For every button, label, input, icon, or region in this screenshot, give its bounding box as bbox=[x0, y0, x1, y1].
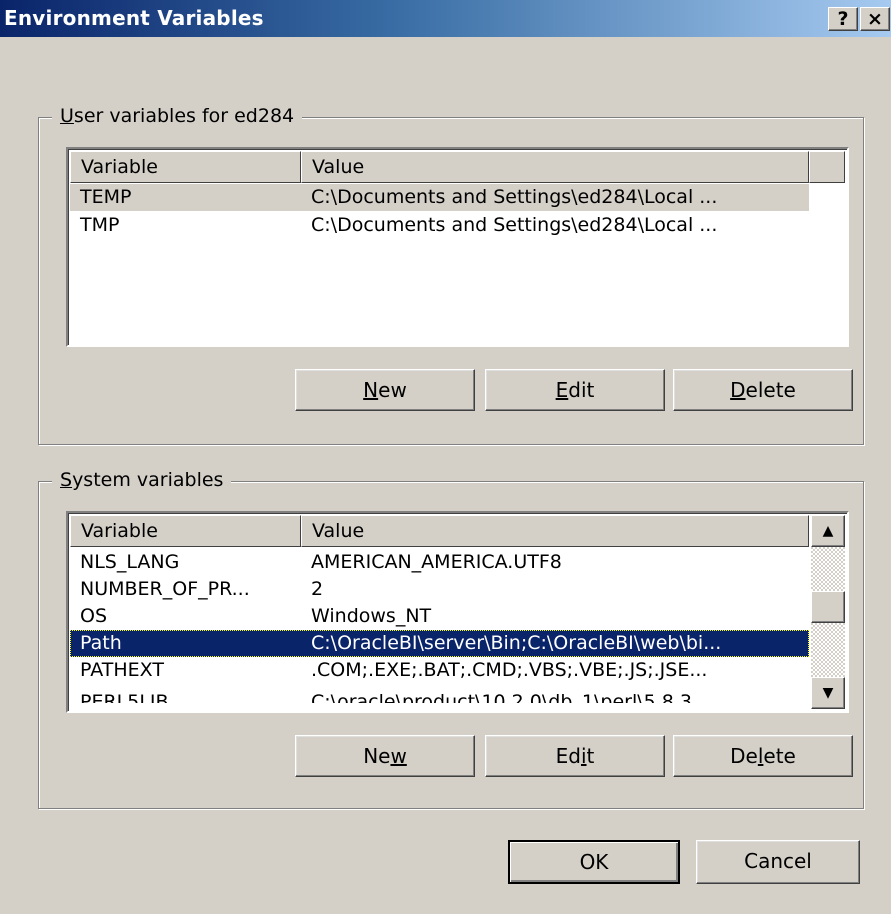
cancel-button[interactable]: Cancel bbox=[696, 840, 860, 884]
system-edit-button[interactable]: Edit bbox=[485, 735, 665, 777]
system-new-button[interactable]: New bbox=[295, 735, 475, 777]
close-button[interactable]: × bbox=[860, 7, 890, 31]
user-variables-list[interactable]: Variable Value TEMP C:\Documents and Set… bbox=[66, 147, 849, 347]
user-variables-legend: User variables for ed284 bbox=[52, 105, 303, 127]
system-variable-row-selected[interactable]: Path C:\OracleBI\server\Bin;C:\OracleBI\… bbox=[70, 630, 809, 657]
column-header-value[interactable]: Value bbox=[301, 151, 809, 183]
variable-name: TMP bbox=[80, 214, 120, 236]
system-delete-button[interactable]: Delete bbox=[673, 735, 853, 777]
variable-name: PATHEXT bbox=[80, 659, 164, 681]
variable-value: AMERICAN_AMERICA.UTF8 bbox=[311, 551, 562, 573]
system-variable-row[interactable]: PATHEXT .COM;.EXE;.BAT;.CMD;.VBS;.VBE;.J… bbox=[70, 657, 809, 684]
variable-name: Path bbox=[80, 632, 122, 654]
variable-name: PERL5LIB bbox=[80, 693, 169, 703]
variable-name: TEMP bbox=[80, 186, 132, 208]
variable-value: C:\Documents and Settings\ed284\Local ..… bbox=[311, 186, 718, 208]
ok-button[interactable]: OK bbox=[508, 840, 680, 884]
column-header-variable[interactable]: Variable bbox=[70, 151, 301, 183]
window-title: Environment Variables bbox=[4, 6, 264, 30]
scroll-up-icon[interactable]: ▲ bbox=[811, 515, 845, 547]
environment-variables-dialog: Environment Variables ? × User variables… bbox=[0, 0, 891, 914]
variable-value: C:\OracleBI\server\Bin;C:\OracleBI\web\b… bbox=[311, 632, 722, 654]
user-variables-group: User variables for ed284 Variable Value … bbox=[38, 105, 864, 445]
column-header-filler bbox=[809, 151, 845, 183]
system-variables-list[interactable]: Variable Value NLS_LANG AMERICAN_AMERICA… bbox=[66, 511, 849, 713]
user-variable-row[interactable]: TEMP C:\Documents and Settings\ed284\Loc… bbox=[70, 184, 809, 211]
variable-name: NUMBER_OF_PR... bbox=[80, 578, 250, 600]
variable-value: C:\oracle\product\10.2.0\db_1\perl\5.8.3… bbox=[311, 693, 710, 703]
column-header-variable[interactable]: Variable bbox=[70, 515, 301, 547]
vertical-scrollbar[interactable]: ▲ ▼ bbox=[811, 515, 845, 709]
help-button[interactable]: ? bbox=[828, 7, 858, 31]
variable-value: C:\Documents and Settings\ed284\Local ..… bbox=[311, 214, 718, 236]
column-header-value[interactable]: Value bbox=[301, 515, 809, 547]
system-variables-group: System variables Variable Value NLS_LANG… bbox=[38, 469, 864, 809]
user-delete-button[interactable]: Delete bbox=[673, 369, 853, 411]
system-variable-row-partial[interactable]: PERL5LIB C:\oracle\product\10.2.0\db_1\p… bbox=[70, 693, 809, 703]
system-variable-row[interactable]: NUMBER_OF_PR... 2 bbox=[70, 576, 809, 603]
user-new-button[interactable]: New bbox=[295, 369, 475, 411]
user-variable-row[interactable]: TMP C:\Documents and Settings\ed284\Loca… bbox=[70, 212, 809, 239]
variable-value: Windows_NT bbox=[311, 605, 432, 627]
user-edit-button[interactable]: Edit bbox=[485, 369, 665, 411]
scroll-down-icon[interactable]: ▼ bbox=[811, 677, 845, 709]
variable-name: NLS_LANG bbox=[80, 551, 180, 573]
variable-value: 2 bbox=[311, 578, 324, 600]
scrollbar-thumb[interactable] bbox=[811, 591, 845, 623]
system-variable-row[interactable]: OS Windows_NT bbox=[70, 603, 809, 630]
system-variables-legend: System variables bbox=[52, 469, 232, 491]
title-bar[interactable]: Environment Variables ? × bbox=[0, 0, 891, 37]
variable-value: .COM;.EXE;.BAT;.CMD;.VBS;.VBE;.JS;.JSE..… bbox=[311, 659, 708, 681]
variable-name: OS bbox=[80, 605, 108, 627]
system-variable-row[interactable]: NLS_LANG AMERICAN_AMERICA.UTF8 bbox=[70, 549, 809, 576]
